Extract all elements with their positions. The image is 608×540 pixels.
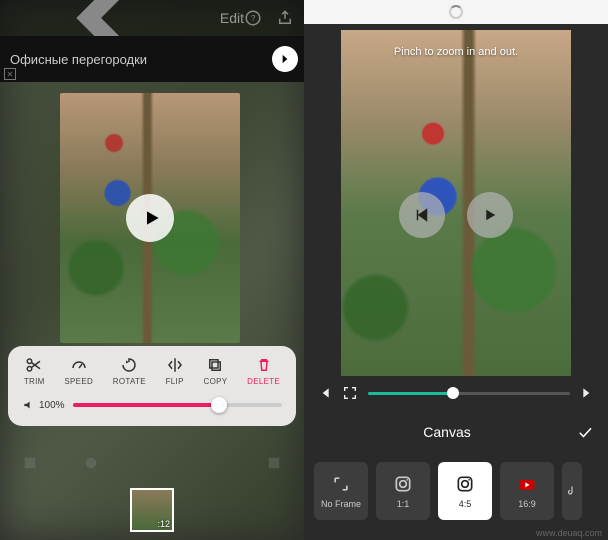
scrub-fill — [368, 392, 453, 395]
volume-row: 100% — [14, 398, 290, 412]
right-canvas-pane: Pinch to zoom in and out. InShot Canvas — [304, 0, 608, 540]
play-icon — [481, 206, 499, 224]
share-icon[interactable] — [276, 9, 294, 27]
section-header: Canvas — [304, 412, 608, 452]
instagram-icon — [455, 474, 475, 494]
prev-button[interactable] — [399, 192, 445, 238]
top-bar: Edit ? — [0, 0, 304, 36]
skip-end-icon[interactable] — [580, 385, 596, 401]
bottom-toolbar-dimmed — [0, 446, 304, 480]
aspect-4-5[interactable]: 4:5 — [438, 462, 492, 520]
volume-slider-fill — [73, 403, 220, 407]
help-icon[interactable]: ? — [244, 9, 262, 27]
flip-icon — [166, 356, 184, 374]
rotate-icon — [120, 356, 138, 374]
aspect-9-16[interactable] — [562, 462, 582, 520]
scissors-icon — [25, 356, 43, 374]
aspect-ratio-row[interactable]: No Frame 1:1 4:5 16:9 — [304, 456, 608, 526]
skip-prev-icon — [413, 206, 431, 224]
instagram-icon — [393, 474, 413, 494]
fullscreen-icon[interactable] — [342, 385, 358, 401]
loading-bar — [304, 0, 608, 24]
clip-duration: :12 — [157, 519, 170, 529]
scrub-bar[interactable] — [368, 392, 570, 395]
play-button[interactable] — [126, 194, 174, 242]
ad-banner[interactable]: Офисные перегородки ✕ — [0, 36, 304, 82]
source-url: www.deuaq.com — [536, 528, 602, 538]
section-title: Canvas — [318, 424, 576, 440]
left-editor-pane: Edit ? Офисные перегородки ✕ TRIM SPEED — [0, 0, 304, 540]
trash-icon — [255, 356, 273, 374]
copy-tool[interactable]: COPY — [204, 356, 228, 386]
ad-text: Офисные перегородки — [10, 52, 294, 67]
speaker-icon — [22, 398, 36, 412]
preview-area: Pinch to zoom in and out. InShot — [304, 24, 608, 410]
scrub-thumb[interactable] — [447, 387, 459, 399]
speed-tool[interactable]: SPEED — [64, 356, 93, 386]
volume-slider-thumb[interactable] — [211, 397, 227, 413]
clip-tools-panel: TRIM SPEED ROTATE FLIP COPY DELETE — [8, 346, 296, 426]
screen-title: Edit — [220, 10, 244, 26]
play-button[interactable] — [467, 192, 513, 238]
copy-icon — [206, 356, 224, 374]
aspect-1-1[interactable]: 1:1 — [376, 462, 430, 520]
timeline-strip[interactable]: :12 — [0, 488, 304, 532]
video-preview[interactable]: Pinch to zoom in and out. InShot — [341, 30, 571, 400]
flip-tool[interactable]: FLIP — [166, 356, 184, 386]
volume-slider[interactable] — [73, 403, 282, 407]
playback-row — [304, 376, 608, 410]
youtube-icon — [517, 474, 537, 494]
check-icon[interactable] — [576, 423, 594, 441]
gauge-icon — [70, 356, 88, 374]
tiktok-icon — [565, 481, 579, 501]
play-icon — [142, 208, 162, 228]
rotate-tool[interactable]: ROTATE — [113, 356, 146, 386]
ad-arrow-icon[interactable] — [272, 46, 298, 72]
video-preview[interactable] — [60, 93, 240, 343]
trim-tool[interactable]: TRIM — [24, 356, 45, 386]
delete-tool[interactable]: DELETE — [247, 356, 280, 386]
expand-icon — [331, 474, 351, 494]
ad-close-icon[interactable]: ✕ — [4, 68, 16, 80]
clip-thumbnail[interactable]: :12 — [130, 488, 174, 532]
spinner-icon — [449, 5, 463, 19]
volume-label: 100% — [22, 398, 65, 412]
pinch-hint: Pinch to zoom in and out. — [341, 46, 571, 58]
aspect-noframe[interactable]: No Frame — [314, 462, 368, 520]
skip-start-icon[interactable] — [316, 385, 332, 401]
aspect-16-9[interactable]: 16:9 — [500, 462, 554, 520]
svg-text:?: ? — [251, 14, 256, 23]
